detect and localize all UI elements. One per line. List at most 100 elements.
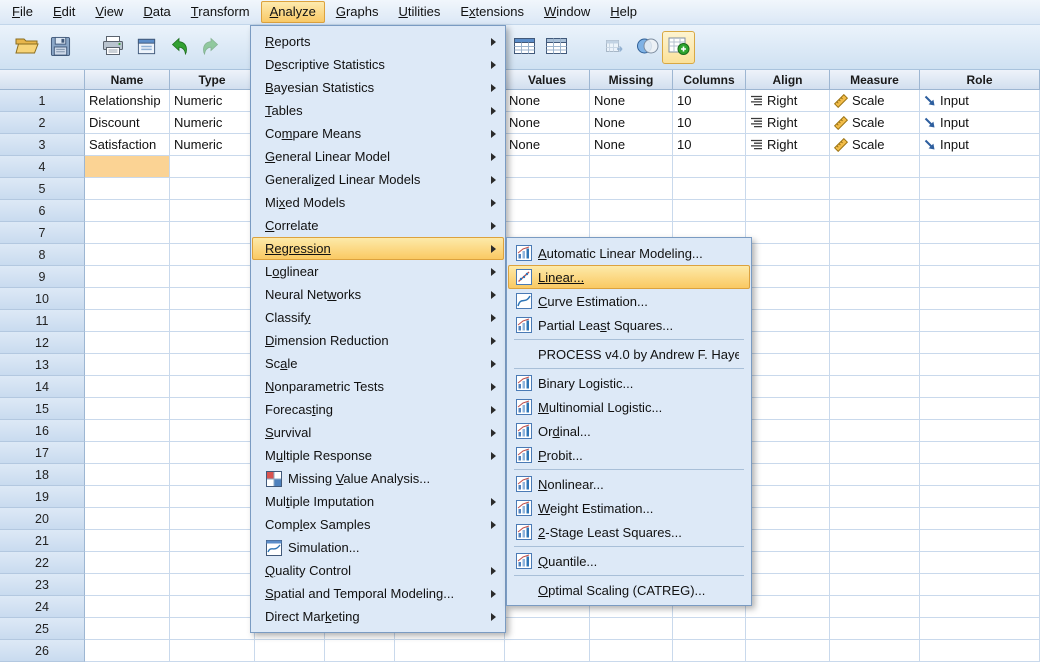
cell-name[interactable]	[85, 530, 170, 552]
menu-utilities[interactable]: Utilities	[389, 1, 449, 23]
menu-extensions[interactable]: Extensions	[451, 1, 533, 23]
menu-help[interactable]: Help	[601, 1, 646, 23]
cell-name[interactable]	[85, 310, 170, 332]
cell-type[interactable]	[170, 508, 255, 530]
cell-name[interactable]	[85, 486, 170, 508]
cell-type[interactable]	[170, 640, 255, 662]
regression-item-quantile[interactable]: Quantile...	[508, 549, 750, 573]
regression-item-automatic-linear-modeling[interactable]: Automatic Linear Modeling...	[508, 241, 750, 265]
cell-measure[interactable]	[830, 464, 920, 486]
row-number[interactable]: 3	[0, 134, 85, 156]
cell-role[interactable]	[920, 200, 1040, 222]
cell-columns[interactable]	[673, 640, 746, 662]
cell-measure[interactable]	[830, 398, 920, 420]
cell-columns[interactable]: 10	[673, 112, 746, 134]
cell-type[interactable]	[170, 552, 255, 574]
cell-name[interactable]	[85, 398, 170, 420]
analyze-menu-item-complex-samples[interactable]: Complex Samples	[252, 513, 504, 536]
cell-role[interactable]	[920, 420, 1040, 442]
venn-diagram-button[interactable]	[630, 31, 663, 64]
cell-measure[interactable]	[830, 486, 920, 508]
cell-align[interactable]	[746, 222, 830, 244]
cell-name[interactable]: Discount	[85, 112, 170, 134]
cell-role[interactable]: Input	[920, 134, 1040, 156]
cell-type[interactable]: Numeric	[170, 112, 255, 134]
row-number[interactable]: 10	[0, 288, 85, 310]
analyze-menu-item-generalized-linear-models[interactable]: Generalized Linear Models	[252, 168, 504, 191]
cell-align[interactable]	[746, 420, 830, 442]
table-grid-button[interactable]	[540, 31, 573, 64]
cell-name[interactable]	[85, 574, 170, 596]
cell-role[interactable]	[920, 552, 1040, 574]
row-number[interactable]: 22	[0, 552, 85, 574]
analyze-menu-item-direct-marketing[interactable]: Direct Marketing	[252, 605, 504, 628]
cell-missing[interactable]	[590, 618, 673, 640]
row-number[interactable]: 12	[0, 332, 85, 354]
cell-values[interactable]	[505, 618, 590, 640]
column-header-align[interactable]: Align	[746, 70, 830, 90]
cell-columns[interactable]: 10	[673, 134, 746, 156]
cell-measure[interactable]	[830, 178, 920, 200]
cell-name[interactable]	[85, 640, 170, 662]
cell-missing[interactable]	[590, 156, 673, 178]
row-number[interactable]: 25	[0, 618, 85, 640]
cell-name[interactable]	[85, 222, 170, 244]
row-number[interactable]: 26	[0, 640, 85, 662]
cell-measure[interactable]: Scale	[830, 90, 920, 112]
menu-transform[interactable]: Transform	[182, 1, 259, 23]
cell-width[interactable]	[255, 640, 325, 662]
cell-align[interactable]	[746, 332, 830, 354]
cell-align[interactable]: Right	[746, 90, 830, 112]
column-header-type[interactable]: Type	[170, 70, 255, 90]
cell-columns[interactable]	[673, 156, 746, 178]
analyze-menu-item-missing-value-analysis[interactable]: Missing Value Analysis...	[252, 467, 504, 490]
regression-item-partial-least-squares[interactable]: Partial Least Squares...	[508, 313, 750, 337]
menu-window[interactable]: Window	[535, 1, 599, 23]
cell-measure[interactable]	[830, 156, 920, 178]
row-number[interactable]: 19	[0, 486, 85, 508]
cell-align[interactable]	[746, 530, 830, 552]
row-number[interactable]: 11	[0, 310, 85, 332]
cell-label[interactable]	[395, 640, 505, 662]
cell-role[interactable]	[920, 442, 1040, 464]
row-number[interactable]: 8	[0, 244, 85, 266]
analyze-menu-item-mixed-models[interactable]: Mixed Models	[252, 191, 504, 214]
cell-values[interactable]	[505, 200, 590, 222]
cell-missing[interactable]: None	[590, 134, 673, 156]
analyze-menu-item-multiple-imputation[interactable]: Multiple Imputation	[252, 490, 504, 513]
row-number[interactable]: 17	[0, 442, 85, 464]
cell-align[interactable]	[746, 442, 830, 464]
cell-name[interactable]	[85, 288, 170, 310]
cell-type[interactable]	[170, 200, 255, 222]
cell-type[interactable]	[170, 222, 255, 244]
analyze-menu-item-neural-networks[interactable]: Neural Networks	[252, 283, 504, 306]
cell-align[interactable]	[746, 244, 830, 266]
cell-align[interactable]: Right	[746, 112, 830, 134]
cell-type[interactable]	[170, 420, 255, 442]
cell-role[interactable]	[920, 398, 1040, 420]
analyze-menu-item-general-linear-model[interactable]: General Linear Model	[252, 145, 504, 168]
cell-measure[interactable]: Scale	[830, 134, 920, 156]
cell-role[interactable]	[920, 178, 1040, 200]
undo-button[interactable]	[162, 31, 195, 64]
cell-measure[interactable]	[830, 244, 920, 266]
regression-item-process-v4-0-by-andrew-f-hayes[interactable]: PROCESS v4.0 by Andrew F. Hayes	[508, 342, 750, 366]
cell-name[interactable]	[85, 332, 170, 354]
cell-align[interactable]	[746, 376, 830, 398]
cell-type[interactable]	[170, 156, 255, 178]
analyze-menu-item-reports[interactable]: Reports	[252, 30, 504, 53]
cell-type[interactable]	[170, 530, 255, 552]
cell-align[interactable]	[746, 552, 830, 574]
cell-missing[interactable]	[590, 178, 673, 200]
cell-values[interactable]: None	[505, 134, 590, 156]
cell-name[interactable]: Relationship	[85, 90, 170, 112]
cell-columns[interactable]	[673, 178, 746, 200]
cell-type[interactable]	[170, 376, 255, 398]
cell-align[interactable]: Right	[746, 134, 830, 156]
menu-data[interactable]: Data	[134, 1, 179, 23]
cell-measure[interactable]	[830, 640, 920, 662]
menu-edit[interactable]: Edit	[44, 1, 84, 23]
regression-item-probit[interactable]: Probit...	[508, 443, 750, 467]
cell-role[interactable]	[920, 464, 1040, 486]
row-number[interactable]: 2	[0, 112, 85, 134]
